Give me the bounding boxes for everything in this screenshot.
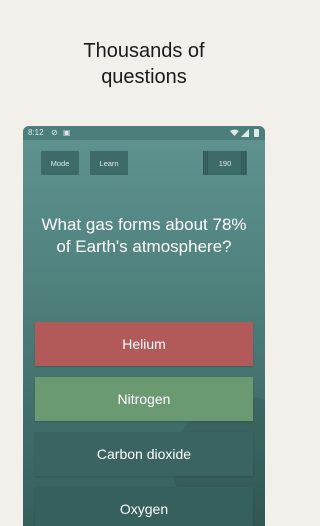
learn-button[interactable]: Learn — [90, 151, 128, 175]
counter-value: 190 — [218, 158, 232, 168]
status-time: 8:12 — [28, 128, 44, 137]
answer-button-oxygen[interactable]: Oxygen — [35, 487, 253, 526]
question-text: What gas forms about 78% of Earth's atmo… — [41, 215, 247, 256]
answer-button-helium[interactable]: Helium — [35, 322, 253, 366]
mode-button[interactable]: Mode — [41, 151, 79, 175]
wifi-icon — [230, 129, 239, 138]
counter-bars-left — [203, 151, 209, 175]
promo-line-2: questions — [101, 66, 187, 88]
phone-screen: 8:12 ⊘ ▣ Mode Learn 190 What gas forms a… — [23, 126, 265, 526]
promo-line-1: Thousands of — [83, 40, 205, 62]
notification-icon: ▣ — [63, 128, 71, 137]
signal-icon — [241, 129, 249, 139]
promo-headline: Thousands of questions — [0, 38, 288, 90]
counter-bars-right — [241, 151, 247, 175]
battery-icon — [254, 129, 259, 137]
answer-button-carbon-dioxide[interactable]: Carbon dioxide — [35, 432, 253, 476]
question-counter: 190 — [203, 151, 247, 175]
status-bar: 8:12 ⊘ ▣ — [23, 126, 265, 140]
do-not-disturb-icon: ⊘ — [51, 128, 58, 137]
answer-button-nitrogen[interactable]: Nitrogen — [35, 377, 253, 421]
